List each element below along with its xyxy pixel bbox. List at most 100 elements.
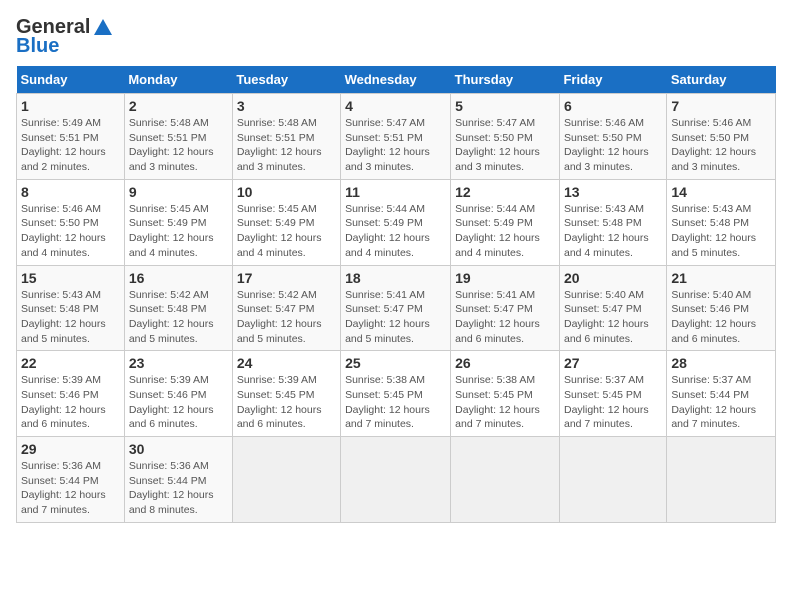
day-number: 24 (237, 355, 336, 371)
logo: General Blue (16, 16, 114, 58)
calendar-cell: 16Sunrise: 5:42 AMSunset: 5:48 PMDayligh… (124, 265, 232, 351)
calendar-cell: 19 Sunrise: 5:41 AMSunset: 5:47 PMDayligh… (451, 265, 560, 351)
calendar-cell: 15 Sunrise: 5:43 AMSunset: 5:48 PMDayligh… (17, 265, 125, 351)
calendar-cell: 26 Sunrise: 5:38 AMSunset: 5:45 PMDayligh… (451, 351, 560, 437)
day-info: Sunrise: 5:46 AMSunset: 5:50 PMDaylight:… (21, 202, 120, 261)
day-number: 25 (345, 355, 446, 371)
day-info: Sunrise: 5:36 AMSunset: 5:44 PMDaylight:… (129, 459, 228, 518)
day-number: 12 (455, 184, 555, 200)
calendar-cell: 22Sunrise: 5:39 AMSunset: 5:46 PMDayligh… (17, 351, 125, 437)
day-info: Sunrise: 5:39 AMSunset: 5:45 PMDaylight:… (237, 373, 336, 432)
day-number: 15 (21, 270, 120, 286)
day-header-thursday: Thursday (451, 66, 560, 94)
day-number: 22 (21, 355, 120, 371)
calendar-cell: 30 Sunrise: 5:36 AMSunset: 5:44 PMDayligh… (124, 437, 232, 523)
day-number: 9 (129, 184, 228, 200)
day-number: 20 (564, 270, 662, 286)
calendar-cell (341, 437, 451, 523)
calendar-cell: 29 Sunrise: 5:36 AMSunset: 5:44 PMDayligh… (17, 437, 125, 523)
day-number: 7 (671, 98, 771, 114)
calendar-cell: 7 Sunrise: 5:46 AMSunset: 5:50 PMDaylight… (667, 94, 776, 180)
day-number: 1 (21, 98, 120, 114)
day-info: Sunrise: 5:46 AMSunset: 5:50 PMDaylight:… (564, 116, 662, 175)
calendar-cell: 12 Sunrise: 5:44 AMSunset: 5:49 PMDayligh… (451, 179, 560, 265)
calendar-cell: 5 Sunrise: 5:47 AMSunset: 5:50 PMDaylight… (451, 94, 560, 180)
day-number: 18 (345, 270, 446, 286)
day-number: 30 (129, 441, 228, 457)
day-number: 3 (237, 98, 336, 114)
day-number: 2 (129, 98, 228, 114)
logo-blue: Blue (16, 35, 59, 58)
day-info: Sunrise: 5:41 AMSunset: 5:47 PMDaylight:… (455, 288, 555, 347)
calendar-cell: 13Sunrise: 5:43 AMSunset: 5:48 PMDayligh… (559, 179, 666, 265)
calendar-cell: 2 Sunrise: 5:48 AMSunset: 5:51 PMDaylight… (124, 94, 232, 180)
calendar-cell: 14Sunrise: 5:43 AMSunset: 5:48 PMDayligh… (667, 179, 776, 265)
day-header-wednesday: Wednesday (341, 66, 451, 94)
day-header-friday: Friday (559, 66, 666, 94)
calendar-cell: 17 Sunrise: 5:42 AMSunset: 5:47 PMDayligh… (232, 265, 340, 351)
calendar-cell: 8 Sunrise: 5:46 AMSunset: 5:50 PMDaylight… (17, 179, 125, 265)
day-number: 17 (237, 270, 336, 286)
day-info: Sunrise: 5:37 AMSunset: 5:45 PMDaylight:… (564, 373, 662, 432)
calendar-week-1: 1 Sunrise: 5:49 AMSunset: 5:51 PMDaylight… (17, 94, 776, 180)
day-info: Sunrise: 5:41 AMSunset: 5:47 PMDaylight:… (345, 288, 446, 347)
day-number: 5 (455, 98, 555, 114)
calendar-week-3: 15 Sunrise: 5:43 AMSunset: 5:48 PMDayligh… (17, 265, 776, 351)
day-number: 29 (21, 441, 120, 457)
day-info: Sunrise: 5:38 AMSunset: 5:45 PMDaylight:… (455, 373, 555, 432)
calendar-cell: 1 Sunrise: 5:49 AMSunset: 5:51 PMDaylight… (17, 94, 125, 180)
day-header-tuesday: Tuesday (232, 66, 340, 94)
calendar-cell (451, 437, 560, 523)
day-number: 11 (345, 184, 446, 200)
day-info: Sunrise: 5:44 AMSunset: 5:49 PMDaylight:… (455, 202, 555, 261)
day-info: Sunrise: 5:42 AMSunset: 5:47 PMDaylight:… (237, 288, 336, 347)
day-info: Sunrise: 5:36 AMSunset: 5:44 PMDaylight:… (21, 459, 120, 518)
day-info: Sunrise: 5:48 AMSunset: 5:51 PMDaylight:… (129, 116, 228, 175)
calendar-week-5: 29 Sunrise: 5:36 AMSunset: 5:44 PMDayligh… (17, 437, 776, 523)
day-number: 23 (129, 355, 228, 371)
day-number: 27 (564, 355, 662, 371)
day-info: Sunrise: 5:49 AMSunset: 5:51 PMDaylight:… (21, 116, 120, 175)
calendar-table: SundayMondayTuesdayWednesdayThursdayFrid… (16, 66, 776, 523)
calendar-week-2: 8 Sunrise: 5:46 AMSunset: 5:50 PMDaylight… (17, 179, 776, 265)
day-info: Sunrise: 5:40 AMSunset: 5:46 PMDaylight:… (671, 288, 771, 347)
calendar-cell: 27 Sunrise: 5:37 AMSunset: 5:45 PMDayligh… (559, 351, 666, 437)
calendar-cell: 21 Sunrise: 5:40 AMSunset: 5:46 PMDayligh… (667, 265, 776, 351)
calendar-cell: 3 Sunrise: 5:48 AMSunset: 5:51 PMDaylight… (232, 94, 340, 180)
day-info: Sunrise: 5:43 AMSunset: 5:48 PMDaylight:… (21, 288, 120, 347)
day-number: 8 (21, 184, 120, 200)
day-number: 26 (455, 355, 555, 371)
calendar-week-4: 22Sunrise: 5:39 AMSunset: 5:46 PMDayligh… (17, 351, 776, 437)
calendar-cell (667, 437, 776, 523)
calendar-cell: 23Sunrise: 5:39 AMSunset: 5:46 PMDayligh… (124, 351, 232, 437)
day-info: Sunrise: 5:37 AMSunset: 5:44 PMDaylight:… (671, 373, 771, 432)
day-number: 6 (564, 98, 662, 114)
calendar-cell: 28 Sunrise: 5:37 AMSunset: 5:44 PMDayligh… (667, 351, 776, 437)
header: General Blue (16, 16, 776, 58)
calendar-cell: 6 Sunrise: 5:46 AMSunset: 5:50 PMDaylight… (559, 94, 666, 180)
calendar-cell (232, 437, 340, 523)
day-info: Sunrise: 5:47 AMSunset: 5:50 PMDaylight:… (455, 116, 555, 175)
calendar-cell: 18 Sunrise: 5:41 AMSunset: 5:47 PMDayligh… (341, 265, 451, 351)
day-number: 4 (345, 98, 446, 114)
calendar-cell: 25 Sunrise: 5:38 AMSunset: 5:45 PMDayligh… (341, 351, 451, 437)
day-info: Sunrise: 5:38 AMSunset: 5:45 PMDaylight:… (345, 373, 446, 432)
day-header-sunday: Sunday (17, 66, 125, 94)
calendar-cell: 4 Sunrise: 5:47 AMSunset: 5:51 PMDaylight… (341, 94, 451, 180)
calendar-header: SundayMondayTuesdayWednesdayThursdayFrid… (17, 66, 776, 94)
day-info: Sunrise: 5:40 AMSunset: 5:47 PMDaylight:… (564, 288, 662, 347)
day-info: Sunrise: 5:46 AMSunset: 5:50 PMDaylight:… (671, 116, 771, 175)
day-number: 14 (671, 184, 771, 200)
day-info: Sunrise: 5:43 AMSunset: 5:48 PMDaylight:… (564, 202, 662, 261)
day-info: Sunrise: 5:48 AMSunset: 5:51 PMDaylight:… (237, 116, 336, 175)
day-number: 19 (455, 270, 555, 286)
calendar-body: 1 Sunrise: 5:49 AMSunset: 5:51 PMDaylight… (17, 94, 776, 523)
day-info: Sunrise: 5:44 AMSunset: 5:49 PMDaylight:… (345, 202, 446, 261)
calendar-cell: 24 Sunrise: 5:39 AMSunset: 5:45 PMDayligh… (232, 351, 340, 437)
day-info: Sunrise: 5:47 AMSunset: 5:51 PMDaylight:… (345, 116, 446, 175)
day-header-saturday: Saturday (667, 66, 776, 94)
calendar-cell: 9Sunrise: 5:45 AMSunset: 5:49 PMDaylight… (124, 179, 232, 265)
day-number: 21 (671, 270, 771, 286)
logo-icon (92, 17, 114, 39)
day-number: 28 (671, 355, 771, 371)
